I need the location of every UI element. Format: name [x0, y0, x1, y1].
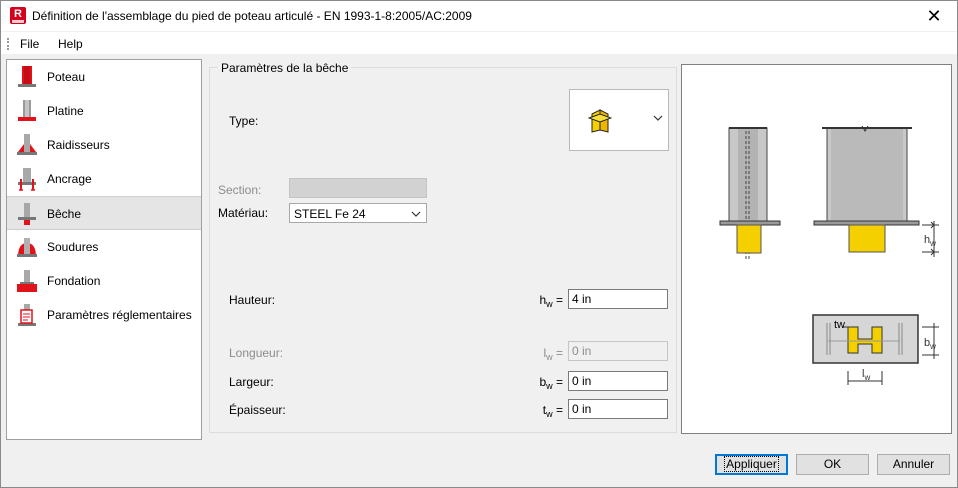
nav-label: Raidisseurs: [47, 138, 110, 152]
menu-help[interactable]: Help: [58, 37, 83, 51]
shear-key-drawing: hw bw lw tw: [719, 125, 939, 385]
ok-button[interactable]: OK: [796, 454, 869, 475]
column-icon: [18, 66, 36, 87]
nav-item-parametres-reglementaires[interactable]: Paramètres réglementaires: [7, 298, 201, 332]
height-symbol: hw =: [539, 293, 563, 309]
material-value: STEEL Fe 24: [294, 207, 366, 221]
side-view-drawing: [719, 127, 781, 261]
stiffeners-icon: [17, 134, 37, 155]
apply-button[interactable]: Appliquer: [715, 454, 788, 475]
welds-icon: [17, 238, 37, 257]
nav-item-platine[interactable]: Platine: [7, 94, 201, 128]
section-nav-list: Poteau Platine Raidisseurs Ancrage Bêche…: [6, 59, 202, 440]
nav-item-fondation[interactable]: Fondation: [7, 264, 201, 298]
thickness-label: Épaisseur:: [229, 403, 286, 417]
shear-key-type-icon: [588, 109, 612, 133]
material-label: Matériau:: [218, 206, 269, 220]
anchorage-icon: [18, 168, 36, 191]
thickness-input[interactable]: 0 in: [568, 399, 668, 419]
close-button[interactable]: ✕: [911, 1, 957, 31]
height-label: Hauteur:: [229, 293, 276, 307]
type-label: Type:: [229, 114, 259, 128]
width-label: Largeur:: [229, 375, 274, 389]
plan-view-drawing: [812, 314, 939, 385]
tw-dimension-label: tw: [834, 319, 845, 331]
length-input: 0 in: [568, 341, 668, 361]
nav-label: Platine: [47, 104, 84, 118]
group-title: Paramètres de la bêche: [218, 61, 352, 75]
cancel-button[interactable]: Annuler: [877, 454, 950, 475]
width-symbol: bw =: [539, 375, 563, 391]
section-field: [289, 178, 427, 198]
preview-panel: hw bw lw tw: [681, 64, 952, 434]
menu-grip-icon: [7, 38, 9, 50]
foundation-icon: [17, 270, 37, 292]
type-dropdown[interactable]: [569, 89, 669, 151]
nav-item-beche[interactable]: Bêche: [7, 196, 201, 230]
nav-label: Bêche: [47, 207, 82, 221]
menu-file[interactable]: File: [20, 37, 39, 51]
lw-dimension-label: lw: [862, 368, 870, 382]
nav-label: Soudures: [47, 240, 99, 254]
thickness-symbol: tw =: [542, 403, 563, 419]
nav-item-ancrage[interactable]: Ancrage: [7, 162, 201, 196]
nav-label: Ancrage: [47, 172, 92, 186]
app-logo-icon: R: [10, 7, 26, 24]
nav-item-raidisseurs[interactable]: Raidisseurs: [7, 128, 201, 162]
code-parameters-icon: [18, 304, 36, 326]
nav-label: Poteau: [47, 70, 86, 84]
length-label: Longueur:: [229, 346, 284, 360]
chevron-down-icon: [653, 115, 663, 121]
section-label: Section:: [218, 183, 262, 197]
nav-label: Fondation: [47, 274, 101, 288]
material-select[interactable]: STEEL Fe 24: [289, 203, 427, 223]
window-title: Définition de l'assemblage du pied de po…: [32, 9, 472, 23]
dialog-window: R Définition de l'assemblage du pied de …: [0, 0, 958, 488]
title-bar: R Définition de l'assemblage du pied de …: [1, 1, 957, 31]
menu-bar: File Help: [1, 32, 957, 54]
nav-item-poteau[interactable]: Poteau: [7, 60, 201, 94]
shear-key-icon: [18, 203, 36, 225]
nav-label: Paramètres réglementaires: [47, 308, 192, 322]
base-plate-icon: [18, 100, 36, 121]
nav-item-soudures[interactable]: Soudures: [7, 230, 201, 264]
front-view-drawing: [813, 125, 939, 257]
width-input[interactable]: 0 in: [568, 371, 668, 391]
chevron-down-icon: [411, 211, 421, 217]
length-symbol: lw =: [543, 346, 563, 362]
height-input[interactable]: 4 in: [568, 289, 668, 309]
